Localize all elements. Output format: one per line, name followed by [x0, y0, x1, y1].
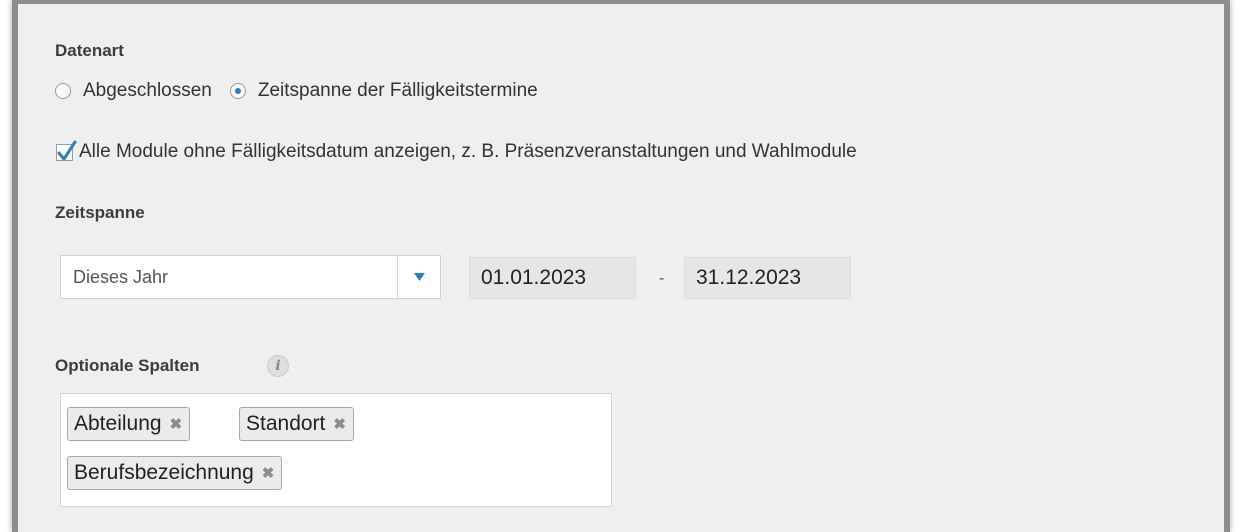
datenart-title: Datenart [55, 41, 124, 60]
optional-columns-title: Optionale Spalten [55, 356, 200, 375]
tag-label: Berufsbezeichnung [74, 461, 254, 484]
period-dropdown-button[interactable] [397, 256, 440, 298]
radio-abgeschlossen-label[interactable]: Abgeschlossen [83, 80, 212, 102]
no-due-date-checkbox[interactable] [56, 140, 77, 161]
tag-label: Standort [246, 412, 326, 435]
no-due-date-option: Alle Module ohne Fälligkeitsdatum anzeig… [56, 140, 857, 163]
end-date-input[interactable]: 31.12.2023 [684, 257, 851, 299]
radio-zeitspanne[interactable] [229, 83, 246, 99]
remove-tag-icon[interactable]: ✖ [262, 464, 275, 482]
remove-tag-icon[interactable]: ✖ [170, 415, 183, 433]
tag-label: Abteilung [74, 412, 162, 435]
settings-panel: Datenart Abgeschlossen Zeitspanne der Fä… [12, 0, 1230, 532]
zeitspanne-title: Zeitspanne [55, 203, 145, 222]
optional-columns-tag-input[interactable]: Abteilung ✖ Standort ✖ Berufsbezeichnung… [60, 393, 612, 507]
info-icon[interactable]: i [267, 355, 289, 377]
radio-zeitspanne-label[interactable]: Zeitspanne der Fälligkeitstermine [258, 80, 538, 102]
radio-abgeschlossen[interactable] [55, 83, 71, 99]
tag-standort: Standort ✖ [239, 407, 354, 441]
radio-selected-dot [234, 88, 241, 94]
date-separator: - [659, 270, 665, 287]
datenart-radio-group: Abgeschlossen Zeitspanne der Fälligkeits… [55, 80, 556, 102]
chevron-down-icon [413, 273, 425, 281]
period-select-value: Dieses Jahr [73, 266, 169, 287]
period-select[interactable]: Dieses Jahr [60, 255, 441, 299]
remove-tag-icon[interactable]: ✖ [333, 415, 346, 433]
no-due-date-label[interactable]: Alle Module ohne Fälligkeitsdatum anzeig… [79, 141, 857, 163]
start-date-input[interactable]: 01.01.2023 [469, 257, 636, 299]
tag-abteilung: Abteilung ✖ [67, 407, 191, 441]
checkmark-icon [57, 140, 77, 160]
tag-berufsbezeichnung: Berufsbezeichnung ✖ [67, 456, 283, 490]
